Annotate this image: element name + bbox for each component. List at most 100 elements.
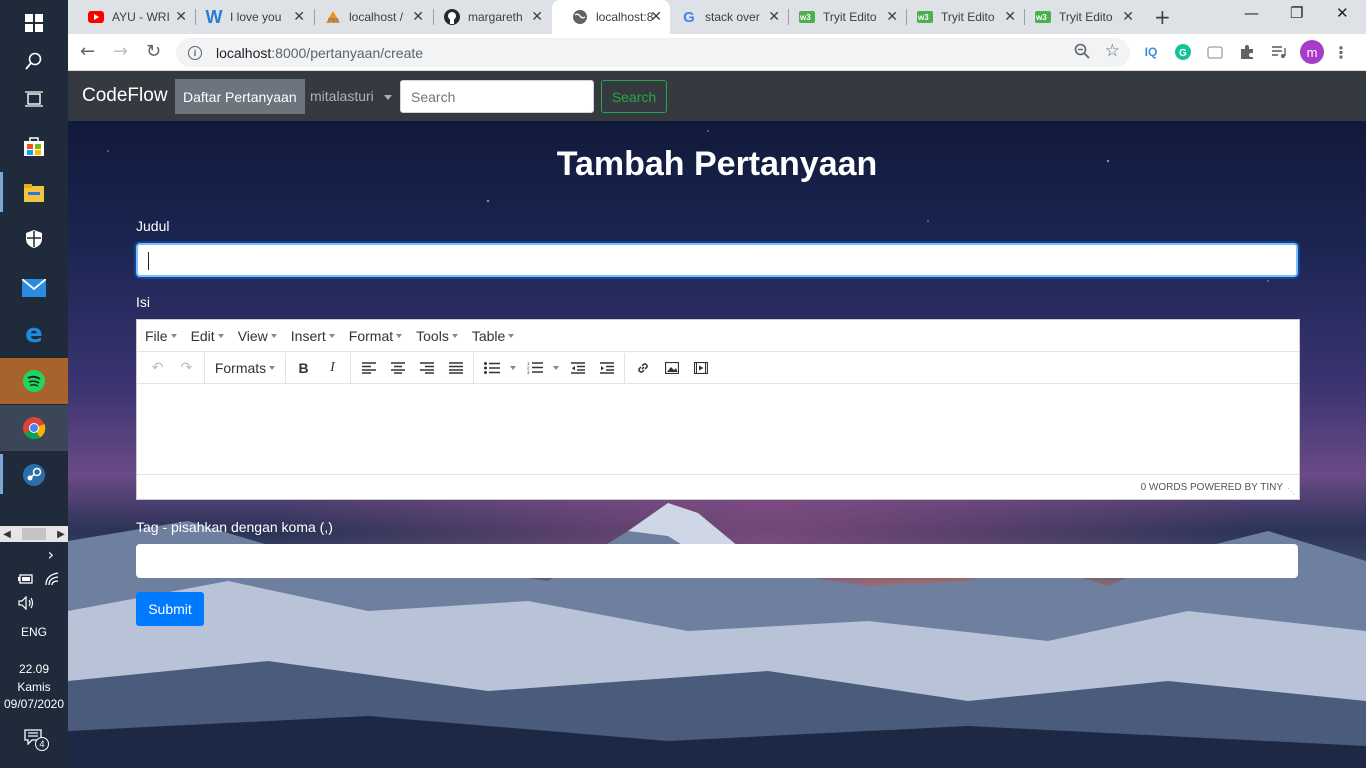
align-right-icon[interactable] <box>412 356 441 380</box>
task-view-button[interactable] <box>0 76 68 122</box>
tag-label: Tag - pisahkan dengan koma (,) <box>136 519 333 535</box>
browser-tab[interactable]: w3 Tryit Edito ✕ <box>779 0 906 34</box>
bold-icon[interactable]: B <box>289 356 318 380</box>
align-left-icon[interactable] <box>354 356 383 380</box>
clock-time[interactable]: 22.09 <box>0 662 68 676</box>
formats-dropdown[interactable]: Formats <box>208 356 282 380</box>
notification-center-icon[interactable]: 4 <box>24 729 49 751</box>
volume-icon[interactable] <box>18 595 36 615</box>
clock-date[interactable]: 09/07/2020 <box>0 697 68 711</box>
menu-format[interactable]: Format <box>349 328 403 344</box>
menu-label: File <box>145 327 168 344</box>
indent-icon[interactable] <box>592 356 621 380</box>
browser-tab[interactable]: AYU - WRI ✕ <box>68 0 195 34</box>
forward-icon[interactable]: → <box>113 41 128 62</box>
submit-button[interactable]: Submit <box>136 592 204 626</box>
close-tab-icon[interactable]: ✕ <box>412 9 424 25</box>
new-tab-icon[interactable]: + <box>1154 5 1171 29</box>
judul-input[interactable] <box>136 243 1298 277</box>
reload-icon[interactable]: ↻ <box>146 41 161 62</box>
close-window-icon[interactable]: ✕ <box>1336 4 1349 22</box>
chevron-down-icon[interactable] <box>506 356 520 380</box>
scroll-right-icon[interactable]: ▶ <box>54 529 68 540</box>
scroll-left-icon[interactable]: ◀ <box>0 529 14 540</box>
chrome-menu-icon[interactable]: ⋮ <box>1332 43 1350 62</box>
chevron-down-icon[interactable] <box>384 95 392 100</box>
close-tab-icon[interactable]: ✕ <box>1122 9 1134 25</box>
redo-icon[interactable]: ↷ <box>172 356 201 380</box>
wifi-icon[interactable] <box>44 572 60 591</box>
nav-daftar-pertanyaan[interactable]: Daftar Pertanyaan <box>175 79 305 114</box>
close-tab-icon[interactable]: ✕ <box>293 9 305 25</box>
link-icon[interactable] <box>628 356 657 380</box>
bookmark-star-icon[interactable]: ☆ <box>1105 41 1120 61</box>
zoom-icon[interactable] <box>1074 43 1090 62</box>
numbered-list-icon[interactable]: 123 <box>520 356 549 380</box>
clock-day[interactable]: Kamis <box>0 680 68 694</box>
user-dropdown[interactable]: mitalasturi <box>310 88 374 104</box>
chevron-down-icon[interactable] <box>549 356 563 380</box>
tab-title: I love you <box>230 10 282 24</box>
browser-tab-active[interactable]: localhost:8 ✕ <box>552 0 670 34</box>
profile-avatar[interactable]: m <box>1300 40 1324 64</box>
close-tab-icon[interactable]: ✕ <box>531 9 543 25</box>
mail-icon <box>22 279 46 297</box>
back-icon[interactable]: ← <box>80 41 95 62</box>
menu-edit[interactable]: Edit <box>191 328 224 344</box>
align-justify-icon[interactable] <box>441 356 470 380</box>
taskbar-steam[interactable] <box>0 452 68 498</box>
restore-icon[interactable]: ❐ <box>1290 4 1303 22</box>
browser-tab[interactable]: PMA localhost / ✕ <box>305 0 432 34</box>
media-control-icon[interactable] <box>1270 43 1288 61</box>
tab-title: Tryit Edito <box>823 10 877 24</box>
undo-icon[interactable]: ↶ <box>143 356 172 380</box>
browser-tab[interactable]: margareth ✕ <box>424 0 551 34</box>
site-info-icon[interactable]: i <box>188 45 202 60</box>
menu-view[interactable]: View <box>238 328 277 344</box>
tab-title: Tryit Edito <box>1059 10 1113 24</box>
tray-expand-icon[interactable]: › <box>0 545 68 564</box>
tab-title: localhost / <box>349 10 404 24</box>
italic-icon[interactable]: I <box>318 356 347 380</box>
menu-table[interactable]: Table <box>472 328 515 344</box>
browser-tab[interactable]: W I love you ✕ <box>186 0 313 34</box>
phpmyadmin-icon: PMA <box>325 9 341 25</box>
menu-tools[interactable]: Tools <box>416 328 458 344</box>
battery-icon[interactable] <box>18 572 34 590</box>
taskbar-edge[interactable]: e <box>0 311 68 357</box>
iq-extension-icon[interactable]: IQ <box>1142 43 1160 61</box>
search-button[interactable]: Search <box>601 80 667 113</box>
browser-tab[interactable]: w3 Tryit Edito ✕ <box>1015 0 1142 34</box>
search-input[interactable] <box>400 80 594 113</box>
w3schools-icon: w3 <box>917 9 933 25</box>
taskbar-store[interactable] <box>0 123 68 169</box>
taskbar-scroll[interactable]: ◀ ▶ <box>0 526 68 542</box>
taskbar-mail[interactable] <box>0 265 68 311</box>
taskbar-security[interactable] <box>0 216 68 262</box>
browser-tab[interactable]: w3 Tryit Edito ✕ <box>897 0 1024 34</box>
scroll-thumb[interactable] <box>22 528 46 540</box>
outdent-icon[interactable] <box>563 356 592 380</box>
editor-content-area[interactable] <box>137 384 1299 474</box>
grammarly-icon[interactable]: G <box>1174 43 1192 61</box>
security-icon <box>26 230 42 248</box>
extension-icon[interactable] <box>1206 43 1224 61</box>
media-icon[interactable] <box>686 356 715 380</box>
resize-handle-icon[interactable]: ⋱ <box>1287 487 1295 496</box>
taskbar-chrome[interactable] <box>0 405 68 451</box>
align-center-icon[interactable] <box>383 356 412 380</box>
tag-input[interactable] <box>136 544 1298 578</box>
taskbar-spotify[interactable] <box>0 358 68 404</box>
address-bar[interactable]: i localhost:8000/pertanyaan/create ☆ <box>176 38 1130 67</box>
taskbar-file-explorer[interactable] <box>0 170 68 216</box>
minimize-icon[interactable]: — <box>1244 4 1259 22</box>
extensions-puzzle-icon[interactable] <box>1238 43 1256 61</box>
bullet-list-icon[interactable] <box>477 356 506 380</box>
image-icon[interactable] <box>657 356 686 380</box>
menu-insert[interactable]: Insert <box>291 328 335 344</box>
menu-file[interactable]: File <box>145 328 177 344</box>
page-viewport: CodeFlow Daftar Pertanyaan mitalasturi S… <box>68 71 1366 768</box>
browser-tab[interactable]: G stack over ✕ <box>661 0 788 34</box>
language-indicator[interactable]: ENG <box>0 625 68 639</box>
brand-logo[interactable]: CodeFlow <box>82 85 168 107</box>
